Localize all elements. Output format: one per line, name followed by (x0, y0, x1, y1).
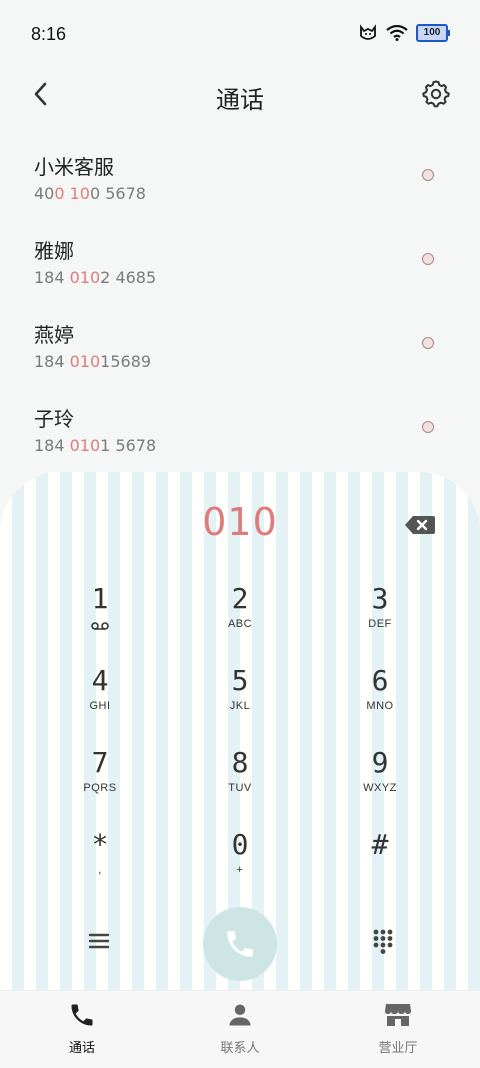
key-letters: PQRS (83, 782, 117, 794)
key-3[interactable]: 3 DEF (320, 582, 440, 652)
contact-number: 184 0102 4685 (34, 268, 157, 287)
key-digit: 4 (91, 664, 109, 697)
contact-status-dot-icon (422, 169, 434, 181)
key-letters: ABC (227, 618, 253, 630)
status-time: 8:16 (31, 24, 67, 44)
contact-list: 小米客服 400 100 5678 雅娜 184 0102 4685 燕婷 18… (0, 145, 480, 481)
backspace-button[interactable] (404, 514, 436, 536)
key-letters: GHI (89, 700, 111, 712)
backspace-icon (405, 516, 435, 534)
key-9[interactable]: 9 WXYZ (320, 746, 440, 816)
key-letters: WXYZ (363, 782, 397, 794)
key-0[interactable]: 0 + (180, 828, 300, 898)
contact-status-dot-icon (422, 253, 434, 265)
key-star[interactable]: * , (40, 828, 160, 898)
contact-row[interactable]: 小米客服 400 100 5678 (0, 145, 480, 229)
key-digit: 5 (231, 664, 249, 697)
contact-number: 184 0101 5678 (34, 436, 157, 455)
key-digit: 9 (371, 746, 389, 779)
key-2[interactable]: 2 ABC (180, 582, 300, 652)
keypad-dots-icon (373, 929, 393, 954)
key-8[interactable]: 8 TUV (180, 746, 300, 816)
contact-name: 小米客服 (34, 155, 114, 179)
cat-icon (360, 24, 376, 40)
contact-row[interactable]: 雅娜 184 0102 4685 (0, 229, 480, 313)
dialpad: 010 1 2 ABC 3 DEF 4 GHI 5 JKL 6 MNO 7 PQ… (0, 472, 480, 992)
contact-number: 184 01015689 (34, 352, 152, 371)
wifi-icon (386, 25, 408, 41)
settings-button[interactable] (420, 78, 452, 110)
key-letters: MNO (366, 700, 394, 712)
contact-row[interactable]: 子玲 184 0101 5678 (0, 397, 480, 481)
key-letters: , (98, 864, 102, 876)
call-button[interactable] (203, 907, 277, 981)
contact-name: 雅娜 (34, 239, 74, 263)
nav-label: 通话 (68, 1041, 95, 1056)
key-digit: # (371, 828, 389, 861)
store-icon (385, 1004, 411, 1026)
nav-label: 营业厅 (378, 1041, 418, 1056)
contact-status-dot-icon (422, 421, 434, 433)
nav-label: 联系人 (220, 1041, 260, 1056)
nav-tab-contacts[interactable]: 联系人 (180, 1001, 300, 1056)
key-letters: JKL (229, 700, 251, 712)
phone-icon (71, 1004, 93, 1026)
key-6[interactable]: 6 MNO (320, 664, 440, 734)
key-5[interactable]: 5 JKL (180, 664, 300, 734)
phone-icon (227, 931, 253, 957)
key-digit: 1 (91, 582, 109, 615)
page-title: 通话 (216, 86, 264, 114)
status-bar: 8:16 100 (0, 0, 480, 66)
hamburger-menu-icon (88, 933, 110, 949)
status-icons: 100 (358, 24, 450, 42)
key-letters: DEF (368, 618, 392, 630)
dialpad-actions (0, 902, 480, 982)
header: 通话 (0, 70, 480, 120)
key-letters: + (236, 864, 244, 876)
key-digit: 6 (371, 664, 389, 697)
key-digit: 2 (231, 582, 249, 615)
voicemail-icon (91, 622, 109, 630)
key-1[interactable]: 1 (40, 582, 160, 652)
contact-name: 燕婷 (34, 323, 74, 347)
key-digit: 8 (231, 746, 249, 779)
contact-name: 子玲 (34, 407, 74, 431)
key-digit: 7 (91, 746, 109, 779)
menu-button[interactable] (84, 926, 114, 956)
key-digit: 3 (371, 582, 389, 615)
keypad-toggle-button[interactable] (368, 926, 398, 956)
person-icon (229, 1004, 251, 1026)
contact-row[interactable]: 燕婷 184 01015689 (0, 313, 480, 397)
key-letters: TUV (228, 782, 252, 794)
nav-tab-calls[interactable]: 通话 (22, 1001, 142, 1056)
contact-status-dot-icon (422, 337, 434, 349)
key-4[interactable]: 4 GHI (40, 664, 160, 734)
key-digit: * (91, 828, 109, 861)
nav-tab-store[interactable]: 营业厅 (338, 1001, 458, 1056)
battery-indicator: 100 (416, 24, 450, 42)
gear-icon (422, 80, 450, 108)
key-hash[interactable]: # (320, 828, 440, 898)
bottom-nav: 通话 联系人 营业厅 (0, 990, 480, 1068)
key-digit: 0 (231, 828, 249, 861)
contact-number: 400 100 5678 (34, 184, 146, 203)
key-7[interactable]: 7 PQRS (40, 746, 160, 816)
